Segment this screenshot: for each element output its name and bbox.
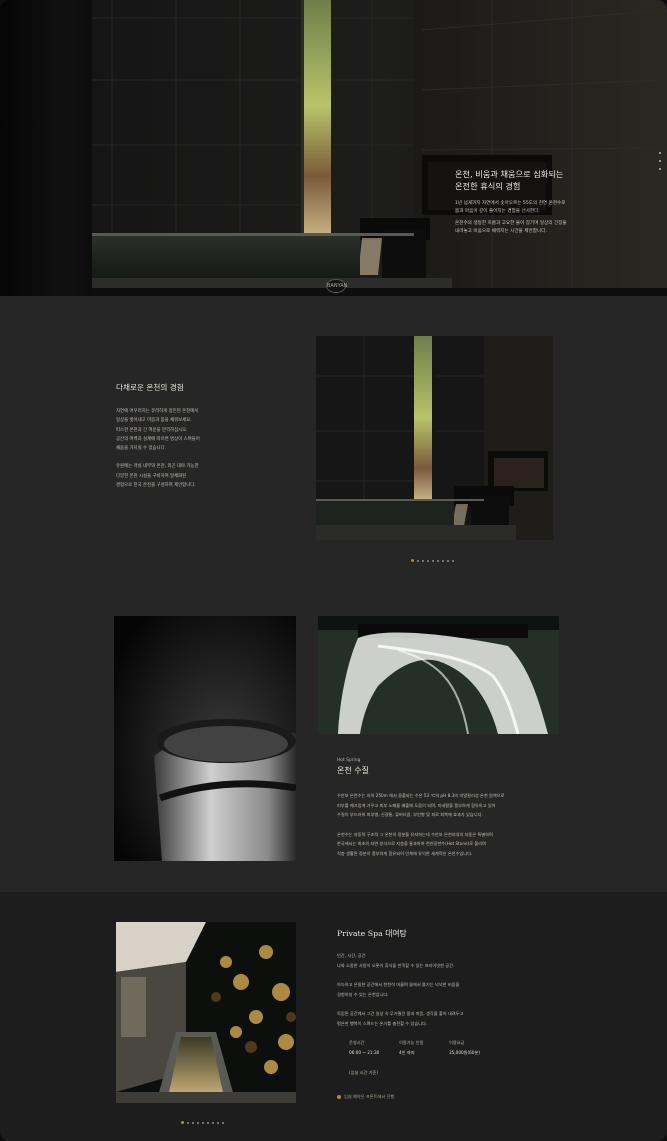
hot-spring-kicker: Hot Spring xyxy=(337,758,361,763)
spa-info-capacity: 이용가능 인원 4인 까지 xyxy=(399,1038,444,1058)
waterfall-spout-image xyxy=(318,616,559,734)
private-spa-paragraph-2: 아늑하고 은밀한 공간에서 천천히 머물며 물에서 즐기는 넉넉한 비움을 경험… xyxy=(337,980,552,1000)
gallery-pagination xyxy=(411,550,457,569)
text-line: 경험으로 한국 온천을 구성하여 제안합니다. xyxy=(116,483,196,489)
gallery-dot[interactable] xyxy=(437,559,439,562)
spa-info-price: 이용요금 35,000원(60분) xyxy=(449,1038,494,1058)
text-line: 온천수는 자동적 구조적 그 온천의 정분을 유지하는데 수안보 온천지대의 자… xyxy=(337,831,493,837)
info-value: 06:00 ~ 21:30 xyxy=(349,1050,380,1055)
spa-gallery-dot[interactable] xyxy=(187,1121,189,1124)
gallery-dot[interactable] xyxy=(447,559,449,562)
experience-title: 다채로운 온천의 경험 xyxy=(116,383,184,392)
text-line: 다양한 온천 시설을 구비하여 일체화된 xyxy=(116,473,187,479)
hero-page-dot[interactable] xyxy=(659,168,661,170)
private-spa-section: Private Spa 대여탕 인간, 시간, 공간 나와 소중한 사람이 오롯… xyxy=(0,892,667,1141)
experience-paragraph-1: 자연에 어우러지는 유려하게 정돈된 온천에서 일상을 벗어내고 마음과 몸을 … xyxy=(116,407,266,453)
info-value: 35,000원(60분) xyxy=(449,1050,480,1055)
hero-body-line: 내려놓고 비움으로 채워지는 시간을 제안합니다. xyxy=(455,228,547,234)
info-label: 운영시간 xyxy=(349,1040,365,1045)
spa-gallery-dot[interactable] xyxy=(222,1121,224,1124)
text-line: 공간의 여백과 설계에 따르면 명상이 스며들어 xyxy=(116,436,200,442)
experience-paragraph-2: 유원에는 객실 내부와 온천, 외곤 대야 가능한 다양한 온천 시설을 구비하… xyxy=(116,462,266,490)
text-line: 적층 생활된 정분이 풍부하게 함유되어 인체에 유익한 세계적인 온천수입니다… xyxy=(337,850,473,856)
gallery-dot[interactable] xyxy=(417,559,419,562)
hero-body-paragraph: 1년 넘게까지 자연에서 솟아오르는 55도의 천연 온천수로 몸과 마음이 깊… xyxy=(455,200,575,215)
experience-gallery-image[interactable] xyxy=(316,336,553,540)
private-spa-title: Private Spa 대여탕 xyxy=(337,929,407,938)
text-line: 피부를 매끄럽게 가꾸고 피부 노폐물 배출에 도움이 되며, 미네랄을 풍부하… xyxy=(337,802,496,808)
spa-info-hours: 운영시간 06:00 ~ 21:30 xyxy=(349,1038,394,1058)
spa-gallery-dot[interactable] xyxy=(212,1121,214,1124)
spa-gallery-dot[interactable] xyxy=(181,1121,184,1124)
page: BANYAN 온천, 비움과 채움으로 심화되는 온전한 휴식의 경험 1년 넘… xyxy=(0,0,667,1141)
hero-body-line: 몸과 마음이 깊이 풀어지는 경험을 선사한다. xyxy=(455,208,540,214)
text-line: 일상을 벗어내고 마음과 몸을 채워보세요. xyxy=(116,418,192,424)
hero-section: BANYAN 온천, 비움과 채움으로 심화되는 온전한 휴식의 경험 1년 넘… xyxy=(0,0,667,296)
hero-body-line: 1년 넘게까지 자연에서 솟아오르는 55도의 천연 온천수로 xyxy=(455,201,566,206)
hero-body-paragraph: 온천수의 생동한 흐름과 고요한 물이 잠기며 일상의 긴장을 내려놓고 비움으… xyxy=(455,220,575,235)
bullet-icon xyxy=(337,1095,341,1099)
hero-page-dot[interactable] xyxy=(659,160,661,162)
text-line: 평온한 행복이 스며드는 온기를 충전할 수 있습니다. xyxy=(337,1021,428,1026)
private-spa-paragraph-1: 인간, 시간, 공간 나와 소중한 사람이 오롯이 휴식을 만끽할 수 있는 프… xyxy=(337,951,552,971)
info-label: 이용요금 xyxy=(449,1040,465,1045)
private-spa-image[interactable] xyxy=(116,922,296,1103)
gallery-dot[interactable] xyxy=(411,559,414,562)
text-line: 따스한 온천과 긴 여운을 만끽하십시오. xyxy=(116,427,188,433)
hero-image xyxy=(92,0,667,296)
reservation-link[interactable]: 입실 예약은 프론트에서 진행 xyxy=(337,1094,394,1100)
text-line: 한국에서는 최초의 자연 방식으로 지층을 통과하여 천연광천수(Hot Sto… xyxy=(337,841,486,847)
gallery-dot[interactable] xyxy=(427,559,429,562)
spa-gallery-dot[interactable] xyxy=(197,1121,199,1124)
brand-logo-badge[interactable]: BANYAN xyxy=(326,279,347,293)
spa-info-table: 운영시간 06:00 ~ 21:30 이용가능 인원 4인 까지 이용요금 35… xyxy=(349,1038,552,1058)
gallery-dot[interactable] xyxy=(442,559,444,562)
hero-title: 온천, 비움과 채움으로 심화되는 온전한 휴식의 경험 xyxy=(455,168,575,192)
text-line: 자연에 어우러지는 유려하게 정돈된 온천에서 xyxy=(116,409,199,414)
spa-info-note: (입실 시간 기준) xyxy=(349,1070,379,1075)
hero-page-dot[interactable] xyxy=(659,152,661,154)
spa-gallery-pagination xyxy=(181,1112,227,1131)
hero-body-line: 온천수의 생동한 흐름과 고요한 물이 잠기며 일상의 긴장을 xyxy=(455,221,567,226)
text-line: 독립된 공간에서 그간 일상 속 무거웠던 몸과 마음, 생각을 풀어 내려두고 xyxy=(337,1011,464,1016)
hero-title-line: 온전한 휴식의 경험 xyxy=(455,181,521,191)
wooden-bucket-image xyxy=(114,616,296,861)
text-line: 인간, 시간, 공간 xyxy=(337,953,366,958)
text-line: 경험하실 수 있는 온천입니다. xyxy=(337,992,389,997)
text-line: 수질이 부드러워 피부병, 신경통, 류머티즘, 부인병 및 피로 회복에 효과… xyxy=(337,812,483,818)
spa-gallery-dot[interactable] xyxy=(192,1121,194,1124)
gallery-dot[interactable] xyxy=(432,559,434,562)
gallery-dot[interactable] xyxy=(452,559,454,562)
gallery-dot[interactable] xyxy=(422,559,424,562)
text-line: 수안보 온천수는 지하 250m 에서 용출되는 수온 53 ℃의 pH 8.3… xyxy=(337,793,505,798)
spa-gallery-dot[interactable] xyxy=(202,1121,204,1124)
private-spa-text-block: Private Spa 대여탕 인간, 시간, 공간 나와 소중한 사람이 오롯… xyxy=(337,928,552,1076)
hero-title-line: 온천, 비움과 채움으로 심화되는 xyxy=(455,169,564,179)
experience-section: 다채로운 온천의 경험 자연에 어우러지는 유려하게 정돈된 온천에서 일상을 … xyxy=(0,296,667,616)
text-line: 채움을 가지실 수 있습니다. xyxy=(116,446,167,452)
spa-gallery-dot[interactable] xyxy=(217,1121,219,1124)
hero-side-shadow xyxy=(0,0,92,296)
hot-spring-text-block: Hot Spring 온천 수질 수안보 온천수는 지하 250m 에서 용출되… xyxy=(337,758,552,869)
info-label: 이용가능 인원 xyxy=(399,1040,424,1045)
experience-text-block: 다채로운 온천의 경험 자연에 어우러지는 유려하게 정돈된 온천에서 일상을 … xyxy=(116,382,266,499)
info-value: 4인 까지 xyxy=(399,1050,415,1055)
hero-pagination xyxy=(659,152,663,176)
hero-text-block: 온천, 비움과 채움으로 심화되는 온전한 휴식의 경험 1년 넘게까지 자연에… xyxy=(455,168,575,240)
text-line: 아늑하고 은밀한 공간에서 천천히 머물며 물에서 즐기는 넉넉한 비움을 xyxy=(337,982,460,987)
private-spa-paragraph-3: 독립된 공간에서 그간 일상 속 무거웠던 몸과 마음, 생각을 풀어 내려두고… xyxy=(337,1009,552,1029)
hot-spring-paragraph-2: 온천수는 자동적 구조적 그 온천의 정분을 유지하는데 수안보 온천지대의 자… xyxy=(337,830,552,859)
spa-gallery-dot[interactable] xyxy=(207,1121,209,1124)
reservation-link-label: 입실 예약은 프론트에서 진행 xyxy=(344,1094,395,1099)
text-line: 유원에는 객실 내부와 온천, 외곤 대야 가능한 xyxy=(116,464,199,470)
hot-spring-paragraph-1: 수안보 온천수는 지하 250m 에서 용출되는 수온 53 ℃의 pH 8.3… xyxy=(337,791,552,820)
text-line: 나와 소중한 사람이 오롯이 휴식을 만끽할 수 있는 프라이빗한 공간. xyxy=(337,963,455,968)
hot-spring-title: 온천 수질 xyxy=(337,766,369,775)
